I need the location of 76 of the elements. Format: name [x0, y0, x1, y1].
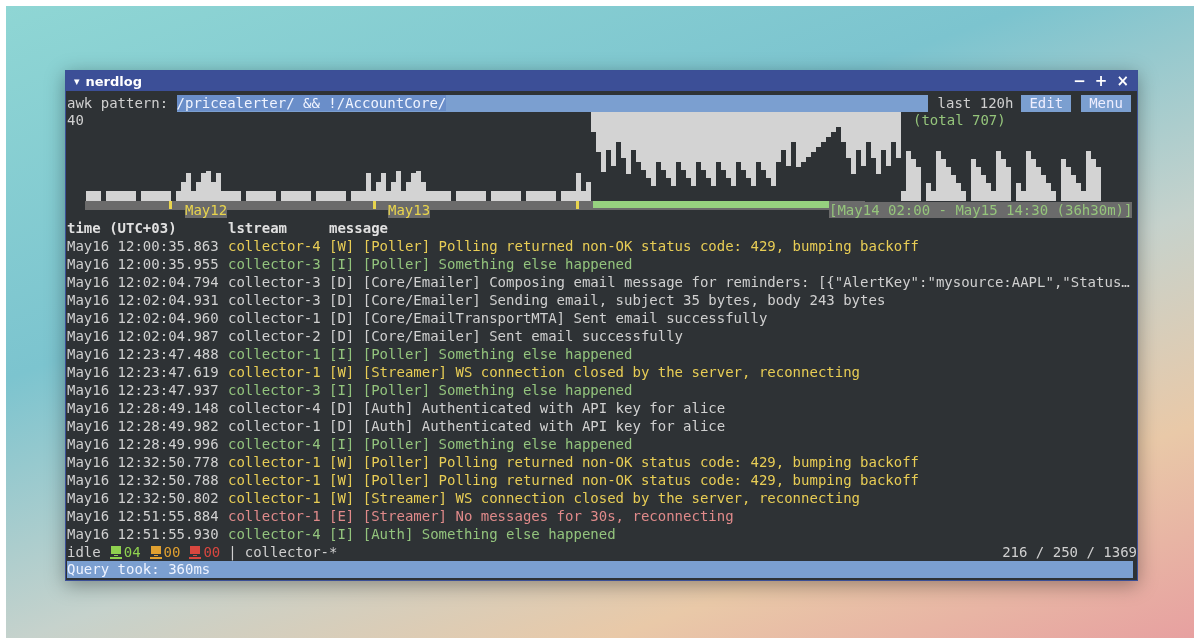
message-cell: [D] [Core/Emailer] Sending email, subject 35 bytes, body 243 bytes [329, 291, 886, 309]
time-cell-text: May16 12:32:50.788 [67, 471, 220, 489]
stream-filter: collector-* [244, 543, 338, 561]
time-cell-text: May16 12:32:50.778 [67, 453, 220, 471]
time-period: last 120h [937, 95, 1014, 112]
host-count: 00 [163, 543, 181, 561]
time-cell-text: May16 12:28:49.982 [67, 417, 220, 435]
time-cell-text: May16 12:51:55.884 [67, 507, 220, 525]
message-cell: [W] [Poller] Polling returned non-OK status code: 429, bumping backoff [329, 471, 920, 489]
host-count: 04 [123, 543, 141, 561]
message-cell: [I] [Poller] Something else happened [329, 435, 633, 453]
stream-cell-text: collector-1 [228, 345, 322, 363]
stream-cell-text: collector-1 [228, 453, 322, 471]
stream-cell-text: collector-2 [228, 327, 322, 345]
message-cell: [E] [Streamer] No messages for 30s, reconnecting [329, 507, 734, 525]
day-label: May12 [185, 202, 228, 218]
stream-cell-text: collector-4 [228, 435, 322, 453]
stream-cell-text: collector-1 [228, 471, 322, 489]
column-header: lstream [228, 219, 288, 237]
message-cell: [D] [Auth] Authenticated with API key for alice [329, 417, 726, 435]
message-cell: [D] [Auth] Authenticated with API key for alice [329, 399, 726, 417]
status-text: idle [67, 543, 101, 561]
column-header: message [329, 219, 388, 237]
message-cell: [D] [Core/EmailTransportMTA] Sent email successfully [329, 309, 768, 327]
selection-range: [May14 02:00 - May15 14:30 (36h30m)] [829, 202, 1133, 218]
query-label: awk pattern: [67, 95, 170, 112]
histogram-max-label: 40 [67, 112, 84, 128]
stream-cell-text: collector-1 [228, 507, 322, 525]
stream-cell-text: collector-1 [228, 489, 322, 507]
record-counts: 216 / 250 / 1369 [1002, 543, 1137, 561]
message-cell: [W] [Poller] Polling returned non-OK status code: 429, bumping backoff [329, 453, 920, 471]
message-cell: [W] [Streamer] WS connection closed by the server, reconnecting [329, 363, 861, 381]
column-header: time (UTC+03) [67, 219, 178, 237]
message-cell: [I] [Auth] Something else happened [329, 525, 616, 543]
time-cell-text: May16 12:02:04.931 [67, 291, 220, 309]
message-cell: [W] [Streamer] WS connection closed by the server, reconnecting [329, 489, 861, 507]
message-cell: [I] [Poller] Something else happened [329, 345, 633, 363]
message-cell: [I] [Poller] Something else happened [329, 255, 633, 273]
host-count: 00 [203, 543, 221, 561]
time-cell-text: May16 12:00:35.863 [67, 237, 220, 255]
time-cell-text: May16 12:02:04.794 [67, 273, 220, 291]
window-menu-button[interactable]: ▾ [74, 74, 80, 88]
time-cell-text: May16 12:02:04.987 [67, 327, 220, 345]
window-control-button[interactable]: − [1073, 72, 1086, 90]
time-cell-text: May16 12:23:47.488 [67, 345, 220, 363]
stream-cell-text: collector-3 [228, 273, 322, 291]
message-cell: [D] [Core/Emailer] Sent email successfully [329, 327, 684, 345]
message-cell: [W] [Poller] Polling returned non-OK status code: 429, bumping backoff [329, 237, 920, 255]
time-cell-text: May16 12:23:47.937 [67, 381, 220, 399]
time-cell-text: May16 12:02:04.960 [67, 309, 220, 327]
stream-cell-text: collector-3 [228, 381, 322, 399]
day-label: May13 [388, 202, 431, 218]
message-cell: [I] [Poller] Something else happened [329, 381, 633, 399]
message-cell: [D] [Core/Emailer] Composing email message for reminders: [{"AlertKey":"mysource:AAPL","Status… [329, 273, 1130, 291]
stream-cell-text: collector-1 [228, 363, 322, 381]
time-cell-text: May16 12:32:50.802 [67, 489, 220, 507]
timeline-bar[interactable]: May12 May13 [May14 02:00 - May15 14:30 (36h30m)] [85, 201, 1132, 219]
message-bar: Query took: 360ms [67, 561, 1133, 578]
separator-text: | [228, 543, 237, 561]
stream-cell-text: collector-3 [228, 255, 322, 273]
stream-cell-text: collector-4 [228, 525, 322, 543]
window-title: nerdlog [85, 73, 142, 89]
stream-cell-text: collector-4 [228, 399, 322, 417]
time-cell-text: May16 12:23:47.619 [67, 363, 220, 381]
time-cell-text: May16 12:28:49.148 [67, 399, 220, 417]
window-control-button[interactable]: × [1116, 72, 1129, 90]
stream-cell-text: collector-3 [228, 291, 322, 309]
time-cell-text: May16 12:51:55.930 [67, 525, 220, 543]
stream-cell-text: collector-4 [228, 237, 322, 255]
window-control-button[interactable]: + [1094, 72, 1108, 90]
histogram-drawing[interactable] [86, 112, 1101, 201]
time-cell-text: May16 12:28:49.996 [67, 435, 220, 453]
stream-cell-text: collector-1 [228, 417, 322, 435]
stream-cell-text: collector-1 [228, 309, 322, 327]
histogram-total: (total 707) [913, 112, 1006, 128]
time-cell-text: May16 12:00:35.955 [67, 255, 220, 273]
